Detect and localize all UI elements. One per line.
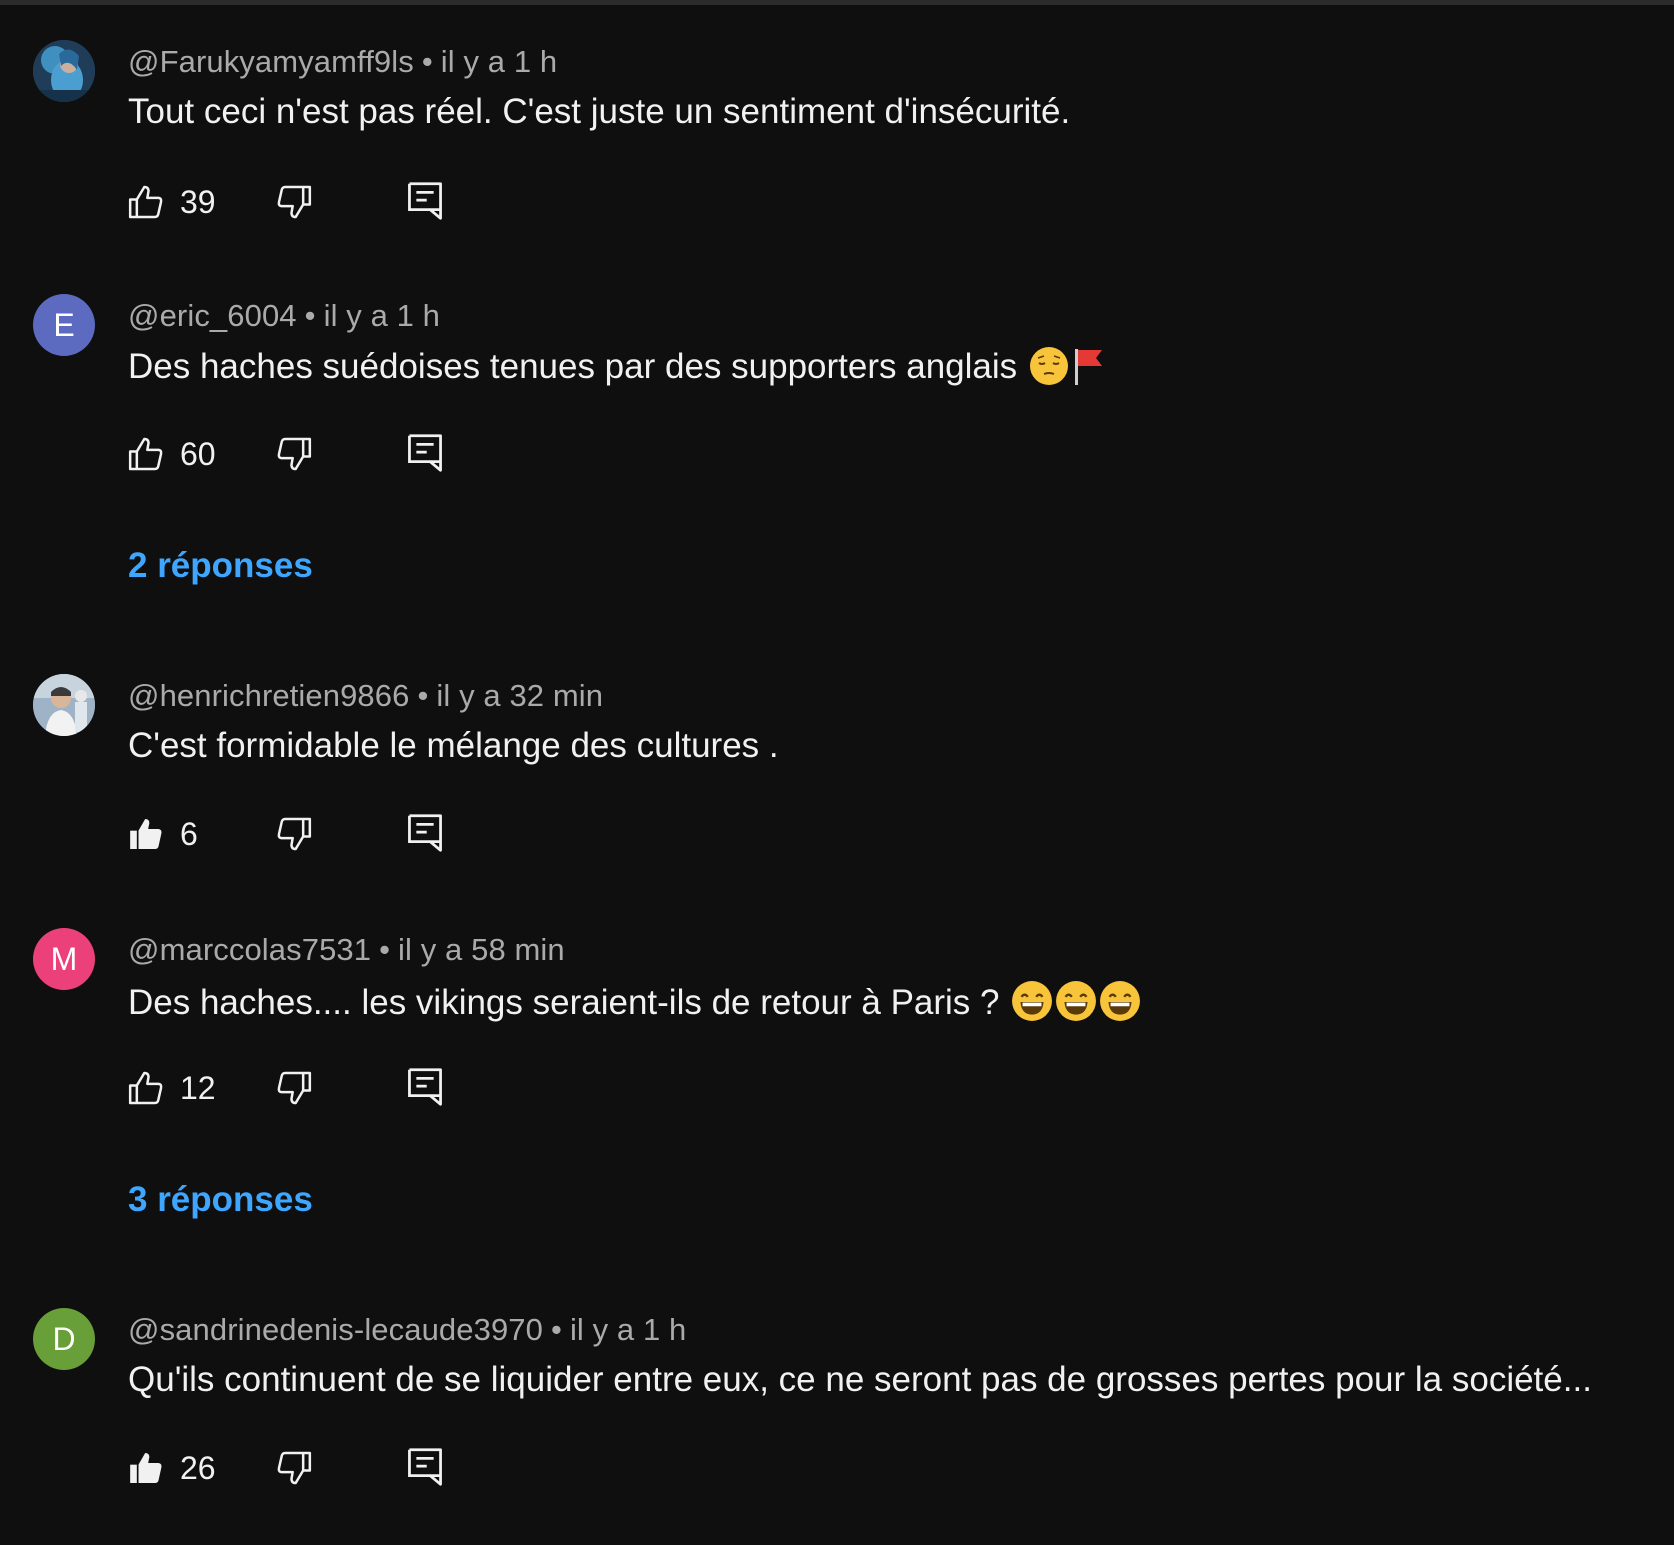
reply-button[interactable] [406,1066,444,1113]
meta-separator: • [421,44,433,79]
red-flag-emoji [1071,346,1105,395]
avatar-letter: E [53,306,75,343]
comment-text: Tout ceci n'est pas réel. C'est juste un… [128,92,1668,132]
comment-author[interactable]: @marccolas7531 [128,932,371,967]
thumbs-down-icon [277,1071,312,1105]
grinning-face-emoji [1011,980,1053,1031]
avatar-letter: D [52,1320,76,1357]
thumbs-down-icon [277,817,312,851]
comment-list: @Farukyamyamff9ls • il y a 1 h Tout ceci n… [0,0,1674,1545]
comment-reply-icon [408,1068,442,1106]
dislike-button[interactable] [274,434,314,479]
comment-actions: 12 [126,1066,466,1110]
thumbs-up-icon [128,185,163,219]
like-button-active[interactable]: 6 [126,812,198,856]
comment-text-content: Tout ceci n'est pas réel. C'est juste un… [128,92,1071,131]
like-button[interactable]: 39 [126,180,216,224]
comment-time[interactable]: il y a 32 min [436,678,603,713]
meta-separator: • [417,678,429,713]
reply-button[interactable] [406,1446,444,1493]
thumbs-down-icon [277,185,312,219]
like-button[interactable]: 12 [126,1066,216,1110]
comment-author[interactable]: @henrichretien9866 [128,678,409,713]
avatar-photo-icon [33,674,95,736]
reply-button[interactable] [406,812,444,859]
comment-text-content: Des haches.... les vikings seraient-ils … [128,983,1010,1022]
thumbs-down-icon [277,1451,312,1485]
comment-text: Qu'ils continuent de se liquider entre e… [128,1360,1668,1400]
avatar-letter: M [50,940,78,977]
avatar[interactable] [33,674,95,736]
reply-button[interactable] [406,432,444,479]
comment-time[interactable]: il y a 1 h [570,1312,686,1347]
avatar[interactable]: D [33,1308,95,1370]
comment-meta: @henrichretien9866 • il y a 32 min [128,678,603,714]
like-button[interactable]: 60 [126,432,216,476]
avatar[interactable]: M [33,928,95,990]
comment-time[interactable]: il y a 1 h [441,44,557,79]
thumbs-up-filled-icon [130,819,162,849]
like-button-active[interactable]: 26 [126,1446,216,1490]
dislike-button[interactable] [274,1448,314,1493]
avatar[interactable]: E [33,294,95,356]
comment-actions: 6 [126,812,466,856]
comment-reply-icon [408,434,442,472]
comment-text-content: Qu'ils continuent de se liquider entre e… [128,1360,1592,1399]
comment-text-content: C'est formidable le mélange des cultures… [128,726,779,765]
thumbs-up-icon [128,437,163,471]
meta-separator: • [379,932,391,967]
avatar[interactable] [33,40,95,102]
like-count: 6 [180,815,198,852]
comment-meta: @marccolas7531 • il y a 58 min [128,932,565,968]
comment-meta: @sandrinedenis-lecaude3970 • il y a 1 h [128,1312,686,1348]
comment-text-content: Des haches suédoises tenues par des supp… [128,347,1027,386]
thumbs-up-icon [128,1071,163,1105]
comment-author[interactable]: @sandrinedenis-lecaude3970 [128,1312,543,1347]
thumbs-down-icon [277,437,312,471]
comment-reply-icon [408,1448,442,1486]
dislike-button[interactable] [274,814,314,859]
grinning-face-emoji [1055,980,1097,1031]
comment-actions: 60 [126,432,466,476]
comment-actions: 26 [126,1446,466,1490]
avatar-photo-icon [33,40,95,102]
like-count: 60 [180,435,216,472]
like-count: 39 [180,183,216,220]
comment-text: Des haches suédoises tenues par des supp… [128,346,1668,395]
grinning-face-emoji [1099,980,1141,1031]
comment-author[interactable]: @eric_6004 [128,298,297,333]
dislike-button[interactable] [274,182,314,227]
thumbs-up-filled-icon [130,1453,162,1483]
comment-text: C'est formidable le mélange des cultures… [128,726,1668,766]
view-replies-link[interactable]: 3 réponses [128,1180,313,1220]
meta-separator: • [550,1312,562,1347]
reply-button[interactable] [406,180,444,227]
comment-time[interactable]: il y a 1 h [324,298,440,333]
comment-actions: 39 [126,180,466,224]
like-count: 26 [180,1449,216,1486]
like-count: 12 [180,1069,216,1106]
pensive-face-emoji [1029,346,1069,395]
comment-text: Des haches.... les vikings seraient-ils … [128,980,1668,1031]
comment-author[interactable]: @Farukyamyamff9ls [128,44,414,79]
dislike-button[interactable] [274,1068,314,1113]
comment-meta: @Farukyamyamff9ls • il y a 1 h [128,44,557,80]
comment-meta: @eric_6004 • il y a 1 h [128,298,440,334]
comment-reply-icon [408,814,442,852]
comment-reply-icon [408,182,442,220]
comment-time[interactable]: il y a 58 min [398,932,565,967]
view-replies-link[interactable]: 2 réponses [128,546,313,586]
meta-separator: • [304,298,316,333]
